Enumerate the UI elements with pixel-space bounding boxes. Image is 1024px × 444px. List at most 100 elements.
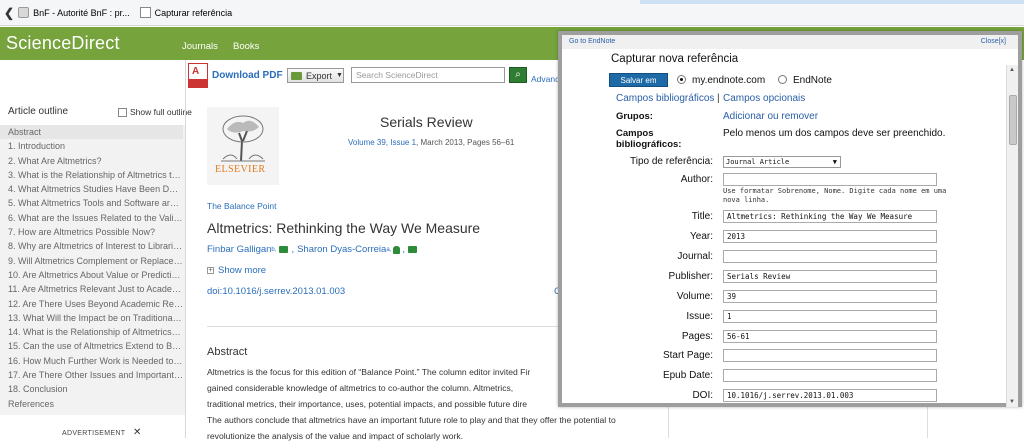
outline-item[interactable]: 15. Can the use of Altmetrics Extend to …: [0, 339, 183, 353]
field-label: Issue:: [686, 311, 713, 322]
close-ad-icon[interactable]: ✕: [133, 427, 141, 438]
abstract-text: Altmetrics is the focus for this edition…: [207, 364, 616, 444]
show-more-label: Show more: [218, 265, 267, 276]
bookmark-bnf[interactable]: BnF - Autorité BnF : pr...: [18, 7, 130, 18]
close-dialog-link[interactable]: Close[x]: [981, 38, 1006, 45]
outline-item[interactable]: 16. How Much Further Work is Needed to V…: [0, 354, 183, 368]
dropdown-arrow-icon: ▼: [832, 158, 837, 166]
radio-my-endnote-label: my.endnote.com: [692, 75, 766, 86]
author-affiliation: a,: [386, 246, 392, 253]
search-button[interactable]: ⌕: [509, 67, 527, 83]
journal-field[interactable]: [723, 250, 937, 263]
issue-field[interactable]: 1: [723, 310, 937, 323]
journal-header: ELSEVIER Serials Review Volume 39, Issue…: [207, 107, 557, 185]
abstract-line: Altmetrics is the focus for this edition…: [207, 367, 531, 377]
author-hint: Use formatar Sobrenome, Nome. Digite cad…: [723, 187, 947, 204]
article-title: Altmetrics: Rethinking the Way We Measur…: [207, 220, 481, 236]
elsevier-logo[interactable]: ELSEVIER: [207, 107, 279, 185]
sidebar-divider: [185, 60, 186, 438]
field-label: Publisher:: [668, 271, 713, 282]
add-remove-groups-link[interactable]: Adicionar ou remover: [723, 111, 818, 122]
groups-label: Grupos:: [616, 111, 653, 122]
abstract-heading: Abstract: [207, 346, 248, 358]
outline-item[interactable]: 17. Are There Other Issues and Important…: [0, 368, 183, 382]
pdf-glyph: A: [192, 66, 200, 77]
field-label: Epub Date:: [662, 370, 713, 381]
tab-optional-fields[interactable]: Campos opcionais: [723, 93, 805, 104]
tab-bibliographic-fields[interactable]: Campos bibliográficos: [616, 93, 714, 104]
outline-item[interactable]: 7. How are Altmetrics Possible Now?: [0, 225, 183, 239]
scroll-up-icon[interactable]: ▲: [1009, 67, 1015, 73]
email-icon[interactable]: [279, 246, 289, 253]
author-label: Author:: [680, 174, 713, 185]
outline-item[interactable]: 14. What is the Relationship of Altmetri…: [0, 325, 183, 339]
outline-item[interactable]: Abstract: [0, 125, 183, 140]
divider: [207, 326, 559, 327]
publisher-field[interactable]: Serials Review: [723, 270, 937, 283]
pages-field[interactable]: 56-61: [723, 330, 937, 343]
abstract-line: traditional metrics, their importance, u…: [207, 399, 528, 409]
radio-endnote-label: EndNote: [793, 75, 832, 86]
search-icon: ⌕: [515, 69, 521, 80]
scrollbar-thumb[interactable]: [1009, 95, 1017, 145]
author-list: Finbar Galligan b, , Sharon Dyas-Correia a…: [207, 244, 420, 255]
outline-item[interactable]: References: [0, 397, 183, 411]
bibliographic-fields-label: Campos bibliográficos:: [616, 128, 682, 150]
field-label: DOI:: [692, 390, 713, 401]
chevron-left-icon[interactable]: ❮: [4, 6, 14, 20]
outline-item[interactable]: 1. Introduction: [0, 139, 183, 153]
outline-item[interactable]: 13. What Will the Impact be on Tradition…: [0, 311, 183, 325]
article-section-link[interactable]: The Balance Point: [207, 201, 276, 211]
bookmark-capturar[interactable]: Capturar referência: [139, 7, 232, 18]
show-more-toggle[interactable]: + Show more: [207, 265, 266, 276]
outline-item[interactable]: 18. Conclusion: [0, 382, 183, 396]
radio-endnote[interactable]: [778, 75, 787, 84]
email-icon[interactable]: [407, 246, 417, 253]
download-pdf-link[interactable]: Download PDF: [212, 70, 283, 81]
outline-item[interactable]: 3. What is the Relationship of Altmetric…: [0, 168, 183, 182]
volume-issue-link[interactable]: Volume 39, Issue 1: [348, 138, 416, 147]
go-to-endnote-link[interactable]: Go to EndNote: [569, 38, 615, 45]
search-input[interactable]: Search ScienceDirect: [351, 67, 505, 83]
outline-item[interactable]: 6. What are the Issues Related to the Va…: [0, 211, 183, 225]
outline-item[interactable]: 10. Are Altmetrics About Value or Predic…: [0, 268, 183, 282]
outline-item[interactable]: 11. Are Altmetrics Relevant Just to Acad…: [0, 282, 183, 296]
checkbox-icon[interactable]: [118, 107, 127, 117]
dialog-scrollbar[interactable]: ▲ ▼: [1006, 65, 1018, 407]
author-field[interactable]: [723, 173, 937, 186]
author-link[interactable]: Finbar Galligan: [207, 244, 271, 255]
outline-item[interactable]: 12. Are There Uses Beyond Academic Resea…: [0, 297, 183, 311]
show-full-outline-toggle[interactable]: Show full outline: [118, 107, 192, 117]
outline-item[interactable]: 9. Will Altmetrics Complement or Replace…: [0, 254, 183, 268]
epub-date-field[interactable]: [723, 369, 937, 382]
nav-journals[interactable]: Journals: [182, 41, 218, 52]
person-icon[interactable]: [393, 245, 401, 254]
export-button[interactable]: Export ▼: [287, 68, 344, 83]
advanced-search-link[interactable]: Advanc: [531, 74, 559, 84]
journal-title[interactable]: Serials Review: [380, 114, 473, 130]
journal-date-pages: , March 2013, Pages 56–61: [416, 138, 515, 147]
doi-link[interactable]: doi:10.1016/j.serrev.2013.01.003: [207, 286, 345, 297]
start-page-field[interactable]: [723, 349, 937, 362]
field-label: Journal:: [677, 251, 713, 262]
volume-field[interactable]: 39: [723, 290, 937, 303]
reference-type-select[interactable]: Journal Article ▼: [723, 156, 841, 168]
outline-list: Abstract 1. Introduction 2. What Are Alt…: [0, 125, 185, 415]
advertisement-label: ADVERTISEMENT: [62, 430, 126, 437]
radio-my-endnote[interactable]: [677, 75, 686, 84]
pdf-icon[interactable]: A: [188, 63, 208, 88]
field-label: Year:: [690, 231, 713, 242]
outline-item[interactable]: 4. What Altmetrics Studies Have Been Don…: [0, 182, 183, 196]
doi-field[interactable]: 10.1016/j.serrev.2013.01.003: [723, 389, 937, 402]
nav-books[interactable]: Books: [233, 41, 259, 52]
title-field[interactable]: Altmetrics: Rethinking the Way We Measur…: [723, 210, 937, 223]
author-link[interactable]: Sharon Dyas-Correia: [297, 244, 386, 255]
year-field[interactable]: 2013: [723, 230, 937, 243]
save-to-button[interactable]: Salvar em: [609, 73, 668, 87]
abstract-line: The authors conclude that altmetrics hav…: [207, 415, 616, 425]
sciencedirect-logo[interactable]: ScienceDirect: [6, 33, 120, 54]
outline-item[interactable]: 5. What Altmetrics Tools and Software ar…: [0, 196, 183, 210]
scroll-down-icon[interactable]: ▼: [1009, 399, 1015, 405]
outline-item[interactable]: 8. Why are Altmetrics of Interest to Lib…: [0, 239, 183, 253]
outline-item[interactable]: 2. What Are Altmetrics?: [0, 154, 183, 168]
